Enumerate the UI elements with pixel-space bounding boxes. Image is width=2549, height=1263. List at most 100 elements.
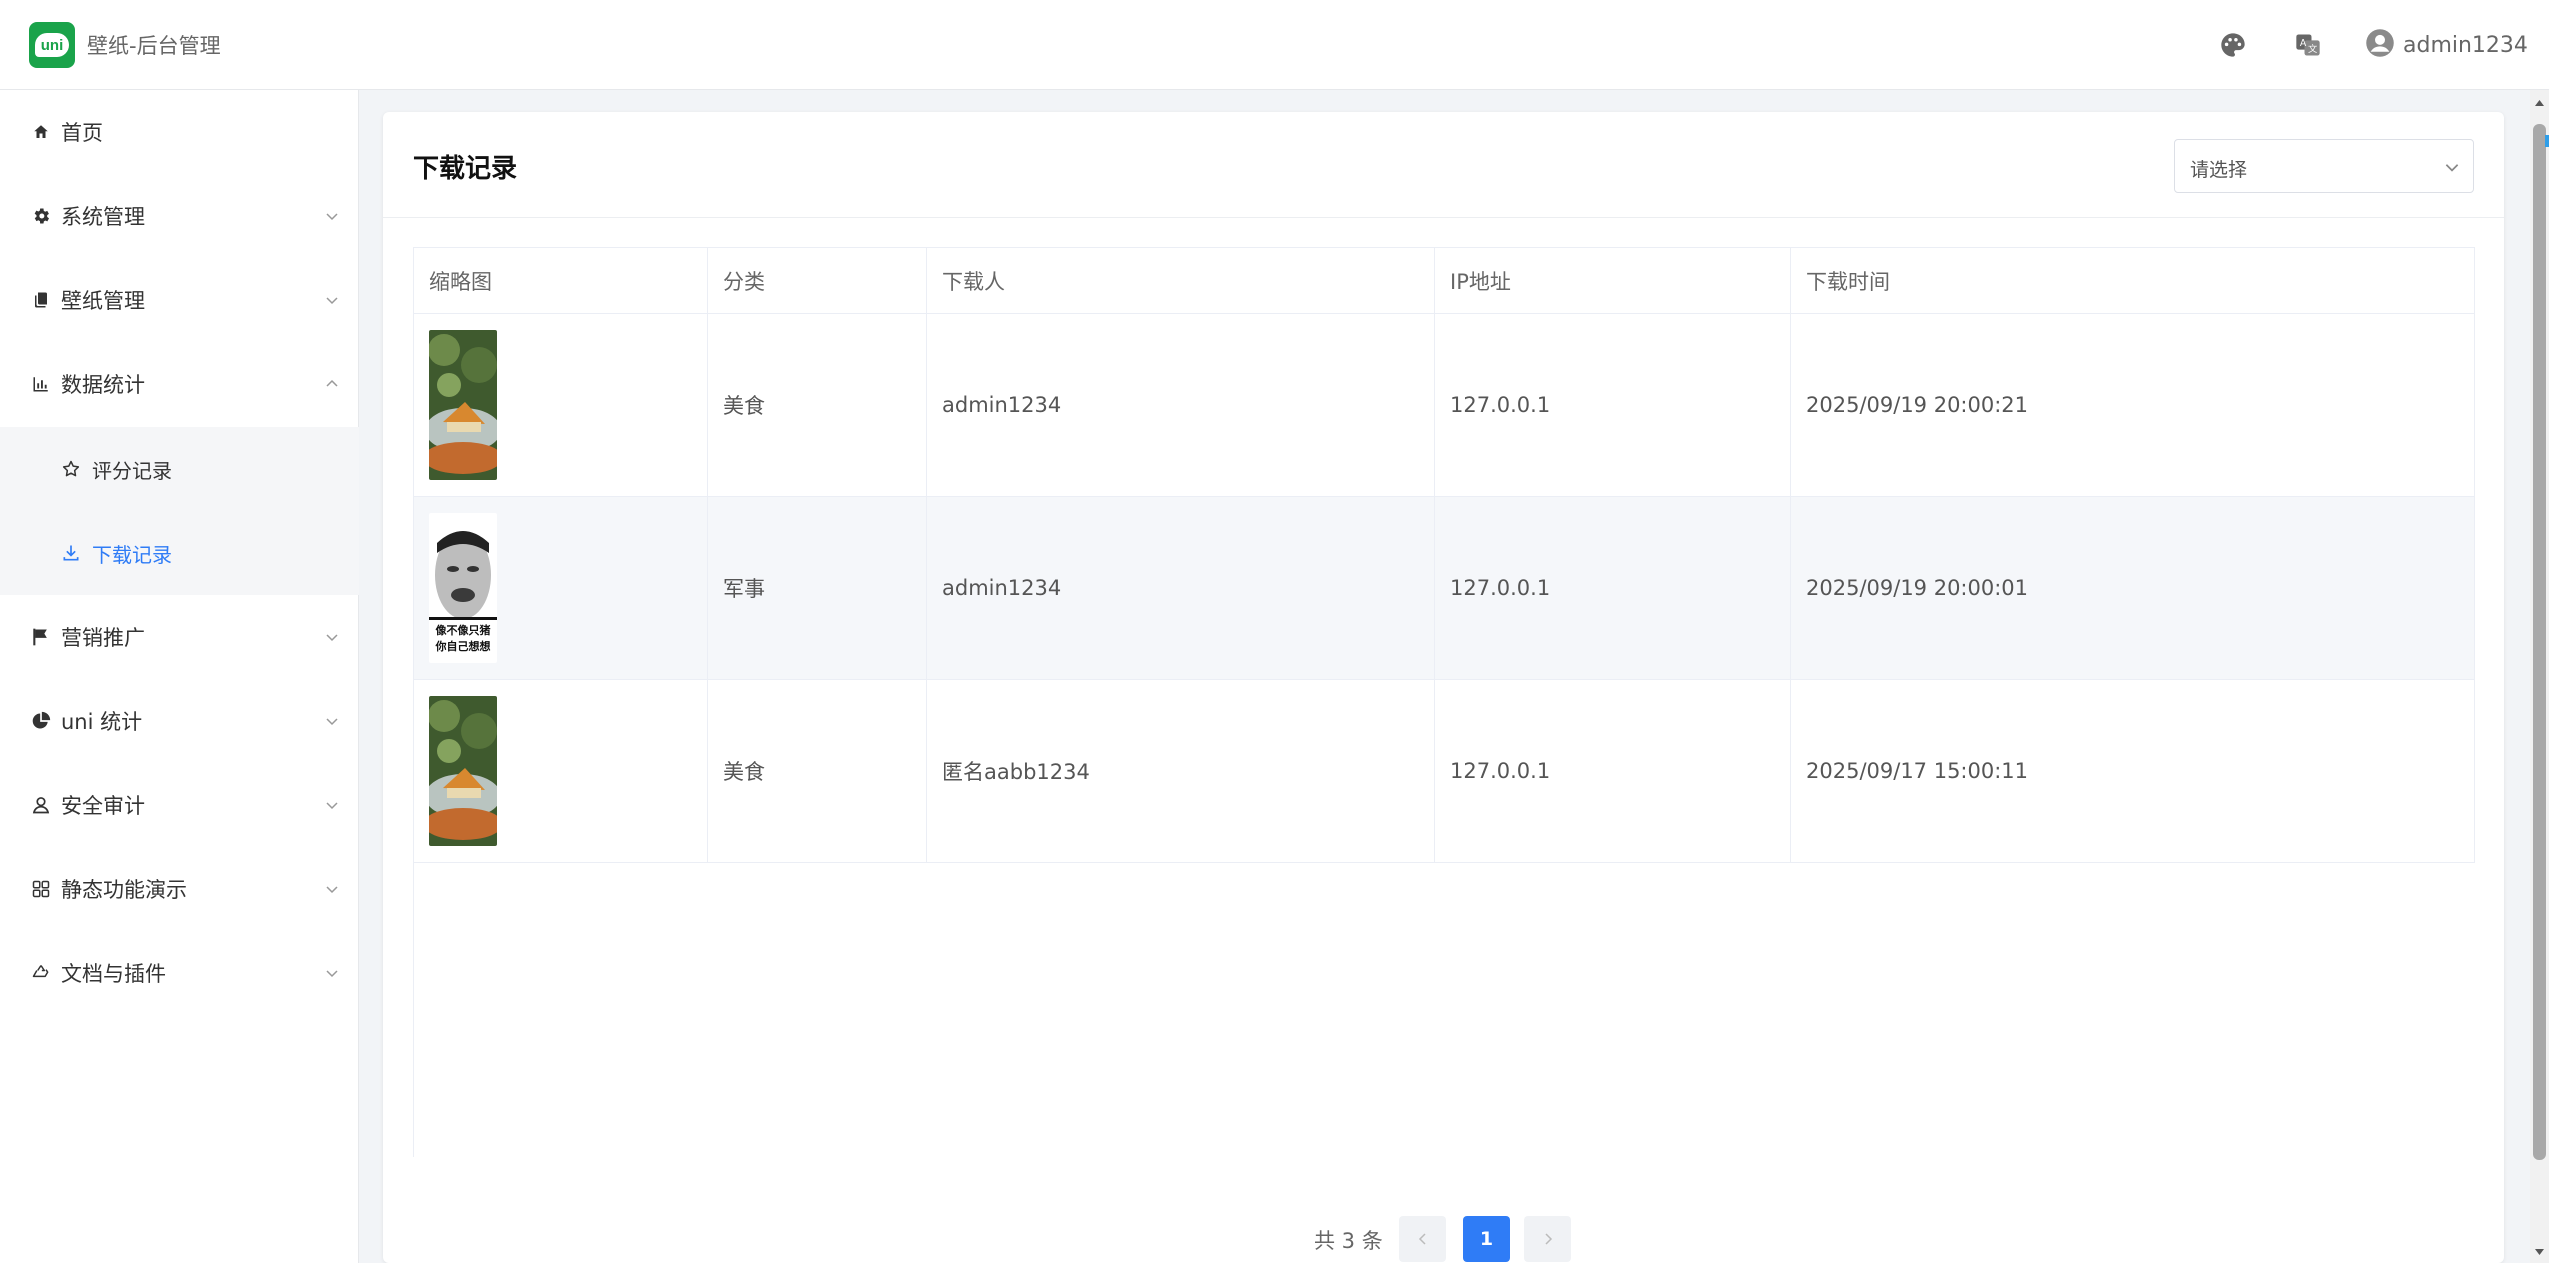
sidebar-item-label: 系统管理 (61, 205, 145, 229)
food-thumbnail[interactable] (429, 330, 497, 480)
select-placeholder: 请选择 (2190, 159, 2248, 181)
pie-chart-icon (30, 710, 52, 732)
grid-icon (30, 878, 52, 900)
sidebar-item-label: 静态功能演示 (61, 878, 187, 902)
content-card: 下载记录 请选择 缩略图 分类 下载人 IP地址 下载时间 美食 admin12… (383, 112, 2504, 1263)
sidebar-item-system[interactable]: 系统管理 (0, 174, 359, 258)
star-icon (61, 459, 81, 479)
table-row[interactable]: 美食 admin1234 127.0.0.1 2025/09/19 20:00:… (414, 314, 2475, 497)
ip-cell: 127.0.0.1 (1435, 680, 1791, 862)
sidebar-item-label: uni 统计 (61, 710, 143, 734)
sidebar-item-label: 数据统计 (61, 373, 145, 397)
ip-cell: 127.0.0.1 (1435, 314, 1791, 496)
category-cell: 美食 (708, 680, 927, 862)
sidebar-subitem-downloads[interactable]: 下载记录 (0, 511, 359, 595)
page-button-current[interactable]: 1 (1463, 1216, 1510, 1262)
sidebar-item-uni-stats[interactable]: uni 统计 (0, 679, 359, 763)
chevron-down-icon (326, 634, 338, 642)
prev-page-button[interactable] (1399, 1216, 1446, 1262)
ip-cell: 127.0.0.1 (1435, 497, 1791, 679)
chevron-down-icon (2445, 164, 2459, 172)
table-row[interactable]: 美食 匿名aabb1234 127.0.0.1 2025/09/17 15:00… (414, 680, 2475, 863)
user-cell: 匿名aabb1234 (927, 680, 1435, 862)
scroll-down-arrow-icon[interactable] (2533, 1245, 2546, 1259)
pagination-total: 共 3 条 (1314, 1229, 1383, 1253)
svg-text:文: 文 (2308, 43, 2317, 55)
scroll-indicator (2545, 135, 2549, 147)
sidebar-item-label: 文档与插件 (61, 962, 166, 986)
user-name: admin1234 (2403, 32, 2528, 58)
app-title: 壁纸-后台管理 (87, 34, 221, 58)
app-root: uni 壁纸-后台管理 A文 admin1234 首页 系统管理 壁纸管理 数据… (0, 0, 2549, 1263)
category-cell: 美食 (708, 314, 927, 496)
chevron-right-icon (1544, 1233, 1552, 1245)
thumbnail-cell: 像不像只猪 你自己想想 (414, 497, 708, 679)
sidebar: 首页 系统管理 壁纸管理 数据统计 评分记录 下载记录 营销推广 uni 统计 … (0, 90, 359, 1263)
card-header: 下载记录 请选择 (383, 112, 2504, 218)
chevron-left-icon (1418, 1233, 1426, 1245)
chevron-down-icon (326, 802, 338, 810)
meme-thumbnail[interactable]: 像不像只猪 你自己想想 (429, 513, 497, 663)
column-header-ip: IP地址 (1435, 248, 1791, 314)
recycle-icon (30, 962, 52, 984)
sidebar-subitem-label: 下载记录 (92, 542, 172, 567)
table-header: 缩略图 分类 下载人 IP地址 下载时间 (414, 247, 2475, 314)
chevron-down-icon (326, 297, 338, 305)
food-thumbnail[interactable] (429, 696, 497, 846)
sidebar-item-static-demo[interactable]: 静态功能演示 (0, 847, 359, 931)
filter-select[interactable]: 请选择 (2174, 139, 2474, 193)
user-menu[interactable]: admin1234 (2365, 26, 2528, 64)
chevron-down-icon (326, 970, 338, 978)
sidebar-item-marketing[interactable]: 营销推广 (0, 595, 359, 679)
chevron-down-icon (326, 886, 338, 894)
column-header-thumbnail: 缩略图 (414, 248, 708, 314)
thumbnail-cell (414, 314, 708, 496)
time-cell: 2025/09/19 20:00:21 (1806, 393, 2029, 417)
avatar-icon (2365, 28, 2395, 62)
palette-icon[interactable] (2216, 28, 2250, 62)
download-records-table: 缩略图 分类 下载人 IP地址 下载时间 美食 admin1234 127.0.… (413, 247, 2475, 1157)
sidebar-item-wallpaper[interactable]: 壁纸管理 (0, 258, 359, 342)
user-icon (30, 794, 52, 816)
bar-chart-icon (30, 373, 52, 395)
sidebar-subitem-label: 评分记录 (92, 458, 172, 483)
sidebar-item-security[interactable]: 安全审计 (0, 763, 359, 847)
sidebar-item-label: 安全审计 (61, 794, 145, 818)
sidebar-subitem-ratings[interactable]: 评分记录 (0, 427, 359, 511)
download-icon (61, 543, 81, 563)
sidebar-item-label: 营销推广 (61, 626, 145, 650)
gear-icon (30, 205, 52, 227)
time-cell: 2025/09/19 20:00:01 (1806, 576, 2029, 600)
page-title: 下载记录 (413, 154, 518, 184)
category-cell: 军事 (708, 497, 927, 679)
user-cell: admin1234 (927, 497, 1435, 679)
sidebar-item-label: 壁纸管理 (61, 289, 145, 313)
scroll-up-arrow-icon[interactable] (2533, 96, 2546, 110)
column-header-category: 分类 (708, 248, 927, 314)
meme-caption-line-2: 你自己想想 (435, 640, 491, 653)
home-icon (30, 121, 52, 143)
sidebar-item-docs[interactable]: 文档与插件 (0, 931, 359, 1015)
top-bar: uni 壁纸-后台管理 A文 admin1234 (0, 0, 2549, 90)
table-row[interactable]: 像不像只猪 你自己想想 军事 admin1234 127.0.0.1 2025/… (414, 497, 2475, 680)
pagination: 共 3 条 1 (383, 1212, 2504, 1262)
meme-caption-line-1: 像不像只猪 (435, 624, 491, 637)
sidebar-item-home[interactable]: 首页 (0, 90, 359, 174)
logo-text: uni (35, 33, 69, 57)
chevron-up-icon (326, 379, 338, 387)
document-icon (30, 289, 52, 311)
flag-icon (30, 626, 52, 648)
column-header-user: 下载人 (927, 248, 1435, 314)
time-cell: 2025/09/17 15:00:11 (1806, 759, 2029, 783)
sidebar-item-statistics[interactable]: 数据统计 (0, 342, 359, 426)
sidebar-item-label: 首页 (61, 121, 103, 145)
thumbnail-cell (414, 680, 708, 862)
svg-text:A: A (2300, 38, 2307, 49)
user-cell: admin1234 (927, 314, 1435, 496)
column-header-time: 下载时间 (1806, 270, 1890, 294)
translate-icon[interactable]: A文 (2291, 28, 2325, 62)
scrollbar-thumb[interactable] (2533, 124, 2546, 1160)
app-logo[interactable]: uni (29, 22, 75, 68)
next-page-button[interactable] (1524, 1216, 1571, 1262)
chevron-down-icon (326, 213, 338, 221)
